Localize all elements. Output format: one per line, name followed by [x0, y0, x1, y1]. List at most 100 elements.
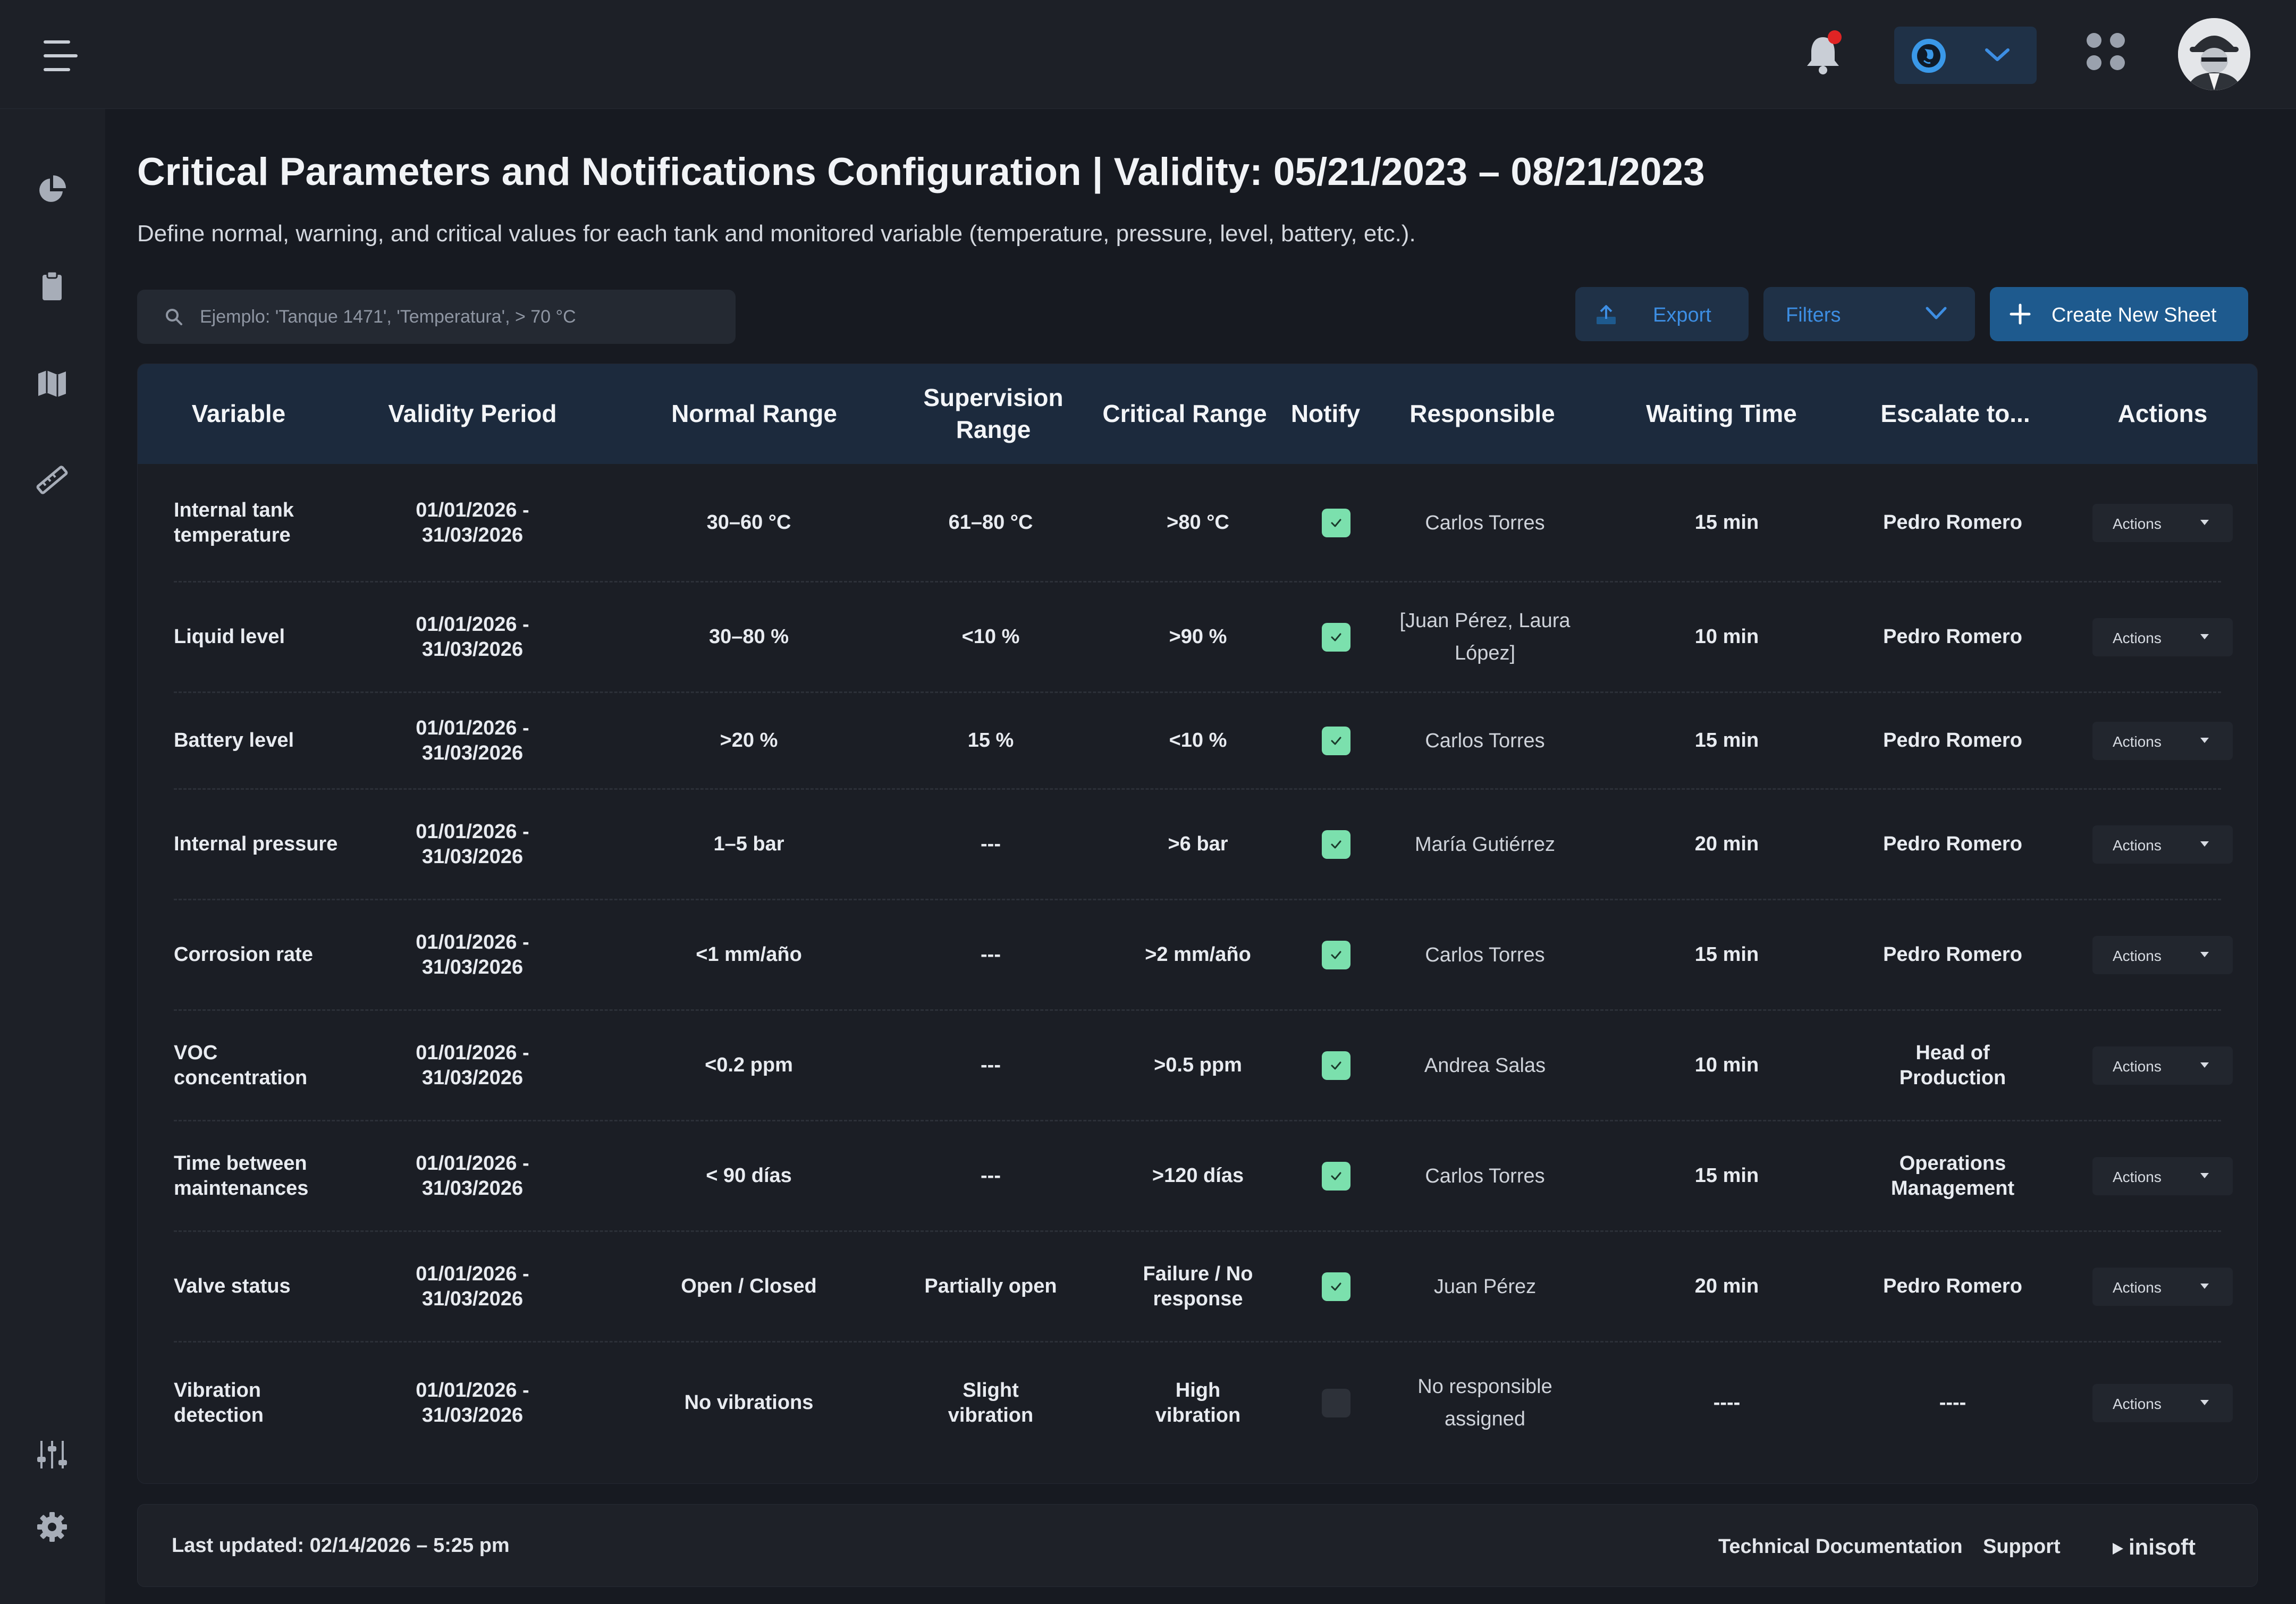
cell-notify — [1307, 1342, 1365, 1464]
filters-label: Filters — [1786, 304, 1841, 326]
row-actions-dropdown[interactable]: Actions — [2092, 1268, 2233, 1306]
pie-chart-icon[interactable] — [33, 170, 71, 208]
cell-variable: Vibration detection — [174, 1379, 264, 1427]
export-button[interactable]: Export — [1575, 287, 1749, 341]
cell-validity: 01/01/2026 - 31/03/2026 — [416, 820, 529, 868]
cell-critical-range: >6 bar — [1168, 833, 1228, 856]
cell-responsible: [Juan Pérez, Laura López] — [1399, 610, 1571, 664]
cell-responsible: Carlos Torres — [1425, 1164, 1545, 1187]
apps-grid-icon[interactable] — [2082, 31, 2130, 73]
cell-actions: Actions — [2072, 1121, 2253, 1231]
table-row: Liquid level 01/01/2026 - 31/03/2026 30–80… — [138, 582, 2257, 693]
table-row: Internal pressure 01/01/2026 - 31/03/2026… — [138, 789, 2257, 900]
cell-normal-range: 30–80 % — [708, 626, 789, 648]
cell-escalate: Head of Production — [1899, 1041, 2006, 1090]
notify-checkbox[interactable] — [1322, 509, 1350, 537]
table-header: Variable Validity Period Normal Range Su… — [138, 364, 2257, 464]
row-actions-dropdown[interactable]: Actions — [2092, 1157, 2233, 1195]
cell-waiting-time: 20 min — [1694, 1275, 1759, 1298]
ruler-pencil-icon[interactable] — [33, 461, 71, 499]
column-header-normal: Normal Range — [671, 400, 837, 428]
cell-critical-range: High vibration — [1155, 1379, 1241, 1427]
notify-checkbox[interactable] — [1322, 830, 1350, 859]
cell-actions: Actions — [2072, 1342, 2253, 1464]
export-label: Export — [1653, 304, 1711, 326]
cell-critical-range: >120 días — [1152, 1164, 1244, 1187]
cell-variable: Battery level — [174, 729, 294, 752]
row-actions-label: Actions — [2113, 948, 2162, 964]
cell-variable: Internal tank temperature — [174, 499, 294, 547]
table-row: Valve status 01/01/2026 - 31/03/2026 Open … — [138, 1231, 2257, 1343]
map-icon[interactable] — [33, 364, 71, 402]
row-actions-dropdown[interactable]: Actions — [2092, 1384, 2233, 1422]
cell-waiting-time: 15 min — [1694, 1164, 1759, 1187]
caret-down-icon — [2200, 952, 2209, 957]
checkmark-icon — [1331, 519, 1341, 527]
column-header-actions: Actions — [2117, 400, 2208, 428]
chevron-down-icon[interactable] — [1981, 45, 2013, 66]
sliders-icon[interactable] — [33, 1436, 71, 1474]
cell-actions: Actions — [2072, 693, 2253, 789]
cell-supervision-range: --- — [981, 1054, 1001, 1077]
cell-supervision-range: <10 % — [961, 626, 1020, 648]
column-header-variable: Variable — [191, 400, 286, 428]
cell-normal-range: <1 mm/año — [696, 943, 802, 966]
cell-waiting-time: ---- — [1713, 1391, 1741, 1414]
caret-down-icon — [2200, 634, 2209, 639]
row-actions-dropdown[interactable]: Actions — [2092, 618, 2233, 656]
chevron-down-icon — [1926, 307, 1947, 319]
cell-notify — [1307, 693, 1365, 789]
row-actions-label: Actions — [2113, 1169, 2162, 1185]
cell-actions: Actions — [2072, 582, 2253, 693]
row-actions-dropdown[interactable]: Actions — [2092, 936, 2233, 974]
caret-down-icon — [2200, 738, 2209, 743]
cell-validity: 01/01/2026 - 31/03/2026 — [416, 1379, 529, 1427]
checkmark-icon — [1331, 1282, 1341, 1291]
row-actions-label: Actions — [2113, 630, 2162, 646]
footer: Last updated: 02/14/2026 – 5:25 pm Techn… — [137, 1504, 2258, 1587]
row-actions-dropdown[interactable]: Actions — [2092, 504, 2233, 542]
column-header-responsible: Responsible — [1409, 400, 1555, 428]
cell-normal-range: 30–60 °C — [706, 511, 791, 534]
table-row: Vibration detection 01/01/2026 - 31/03/20… — [138, 1342, 2257, 1464]
clipboard-icon[interactable] — [33, 267, 71, 306]
row-actions-label: Actions — [2113, 1058, 2162, 1075]
notify-checkbox[interactable] — [1322, 941, 1350, 969]
cell-actions: Actions — [2072, 1010, 2253, 1121]
row-actions-dropdown[interactable]: Actions — [2092, 1046, 2233, 1085]
checkmark-icon — [1331, 951, 1341, 959]
hamburger-menu-icon[interactable] — [41, 37, 80, 74]
row-actions-label: Actions — [2113, 1279, 2162, 1296]
caret-down-icon — [2200, 1062, 2209, 1068]
notify-checkbox[interactable] — [1322, 727, 1350, 755]
user-avatar[interactable] — [2178, 18, 2250, 90]
notify-checkbox[interactable] — [1322, 623, 1350, 652]
notifications-bell-icon[interactable] — [1802, 30, 1844, 78]
column-header-critical: Critical Range — [1102, 400, 1267, 428]
settings-gear-icon[interactable] — [33, 1508, 71, 1546]
filters-dropdown[interactable]: Filters — [1763, 287, 1975, 341]
row-actions-dropdown[interactable]: Actions — [2092, 722, 2233, 760]
cell-responsible: Carlos Torres — [1425, 943, 1545, 966]
support-link[interactable]: Support — [1983, 1535, 2061, 1558]
notify-checkbox[interactable] — [1322, 1389, 1350, 1417]
row-actions-label: Actions — [2113, 837, 2162, 854]
search-input[interactable] — [199, 300, 722, 333]
cell-waiting-time: 15 min — [1694, 943, 1759, 966]
top-bar — [0, 0, 2296, 109]
row-actions-dropdown[interactable]: Actions — [2092, 825, 2233, 864]
notify-checkbox[interactable] — [1322, 1162, 1350, 1191]
cell-supervision-range: --- — [981, 1164, 1001, 1187]
cell-variable: VOC concentration — [174, 1041, 308, 1090]
row-actions-label: Actions — [2113, 733, 2162, 750]
column-header-notify: Notify — [1290, 400, 1361, 428]
caret-down-icon — [2200, 841, 2209, 847]
cell-variable: Liquid level — [174, 626, 285, 648]
cell-variable: Internal pressure — [174, 833, 338, 856]
cell-actions: Actions — [2072, 789, 2253, 900]
technical-documentation-link[interactable]: Technical Documentation — [1718, 1535, 1963, 1558]
notify-checkbox[interactable] — [1322, 1272, 1350, 1301]
notify-checkbox[interactable] — [1322, 1051, 1350, 1080]
cell-waiting-time: 10 min — [1694, 626, 1759, 648]
create-new-sheet-button[interactable]: Create New Sheet — [1990, 287, 2248, 341]
